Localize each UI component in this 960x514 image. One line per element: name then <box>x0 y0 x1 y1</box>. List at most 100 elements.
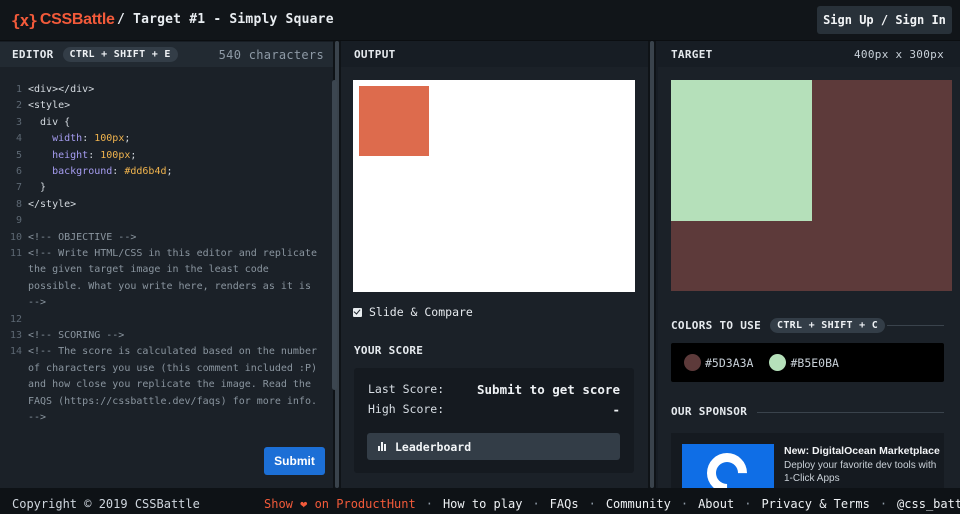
character-count: 540 characters <box>218 47 324 62</box>
code-token: <!-- OBJECTIVE --> <box>28 231 137 243</box>
color-hex-label: #B5E0BA <box>790 355 839 370</box>
footer-link[interactable]: Privacy & Terms <box>761 497 869 511</box>
leaderboard-button[interactable]: Leaderboard <box>367 433 620 460</box>
color-swatch[interactable]: #5D3A3A <box>684 354 753 371</box>
code-text: <!-- The score is calculated based on th… <box>28 346 317 357</box>
digitalocean-icon <box>698 444 756 488</box>
output-resize-handle[interactable] <box>648 41 656 488</box>
code-line[interactable]: --> <box>0 412 333 428</box>
footer-link[interactable]: FAQs <box>550 497 579 511</box>
slide-compare-checkbox[interactable] <box>353 307 362 317</box>
slide-compare-toggle[interactable]: Slide & Compare <box>353 305 473 319</box>
code-token: width <box>28 133 83 145</box>
code-line[interactable]: 3 div { <box>0 117 333 133</box>
score-card: Last Score: Submit to get score High Sco… <box>354 368 634 473</box>
code-text: FAQS (https://cssbattle.dev/faqs) for mo… <box>28 396 317 407</box>
line-number: 11 <box>9 248 22 259</box>
code-text: <style> <box>28 100 70 111</box>
separator-dot: · <box>680 497 689 511</box>
code-text: <!-- OBJECTIVE --> <box>28 232 136 243</box>
code-line[interactable]: and how close you replicate the image. R… <box>0 379 333 395</box>
code-line[interactable]: the given target image in the least code <box>0 264 333 280</box>
code-line[interactable]: 4 width: 100px; <box>0 133 333 149</box>
sponsor-heading: New: DigitalOcean Marketplace <box>784 445 940 457</box>
code-token: : <box>88 149 101 161</box>
code-token: <!-- SCORING --> <box>28 330 125 341</box>
target-square <box>671 80 812 221</box>
code-line[interactable]: --> <box>0 297 333 313</box>
code-token: the given target image in the least code <box>28 264 269 276</box>
color-swatch[interactable]: #B5E0BA <box>769 354 839 371</box>
sign-in-button[interactable]: Sign Up / Sign In <box>817 6 952 34</box>
code-line[interactable]: 12 <box>0 314 333 330</box>
code-text: the given target image in the least code <box>28 264 269 275</box>
logo-glyph: {x} <box>11 10 38 30</box>
code-line[interactable]: 7 } <box>0 182 333 198</box>
top-bar: {x} CSSBattle / Target #1 - Simply Squar… <box>0 0 960 41</box>
code-line[interactable]: 9 <box>0 215 333 231</box>
colors-shortcut-badge: CTRL + SHIFT + C <box>770 318 886 333</box>
footer-link[interactable]: Show ❤ on ProductHunt <box>264 497 416 511</box>
code-line[interactable]: 13 <!-- SCORING --> <box>0 330 333 346</box>
code-line[interactable]: 2 <style> <box>0 100 333 116</box>
code-line[interactable]: 6 background: #dd6b4d; <box>0 166 333 182</box>
color-palette: #5D3A3A #B5E0BA <box>671 343 944 382</box>
code-token: <div></div> <box>28 84 95 95</box>
code-token: 100px <box>94 133 125 145</box>
code-token: ; <box>124 133 131 145</box>
submit-button[interactable]: Submit <box>264 447 325 475</box>
code-text: --> <box>28 297 46 308</box>
color-dot <box>684 354 701 371</box>
last-score-value: Submit to get score <box>477 382 620 397</box>
code-token: and how close you replicate the image. R… <box>28 379 311 391</box>
separator-dot: · <box>588 497 596 511</box>
line-number: 1 <box>15 84 22 95</box>
code-token: <!-- The score is calculated based on th… <box>28 346 317 358</box>
editor-title: EDITOR <box>12 48 54 61</box>
colors-header: COLORS TO USE CTRL + SHIFT + C <box>671 318 886 333</box>
code-line[interactable]: 5 height: 100px; <box>0 150 333 166</box>
sponsor-title: OUR SPONSOR <box>671 405 748 418</box>
code-line[interactable]: FAQS (https://cssbattle.dev/faqs) for mo… <box>0 396 333 412</box>
footer-link[interactable]: How to play <box>443 497 522 511</box>
code-line[interactable]: 8 </style> <box>0 199 333 215</box>
footer-link[interactable]: @css_battle <box>897 497 960 511</box>
code-token: 100px <box>100 149 131 161</box>
cssbattle-logo[interactable]: {x} CSSBattle <box>11 10 115 30</box>
code-line[interactable]: 14 <!-- The score is calculated based on … <box>0 346 333 362</box>
divider-line <box>757 412 944 413</box>
code-line[interactable]: 11 <!-- Write HTML/CSS in this editor and… <box>0 248 333 264</box>
editor-header: EDITOR CTRL + SHIFT + E 540 characters <box>0 42 333 67</box>
line-number: 4 <box>15 133 22 145</box>
sponsor-text: Deploy your favorite dev tools with 1-Cl… <box>784 460 937 484</box>
code-line[interactable]: 10 <!-- OBJECTIVE --> <box>0 232 333 248</box>
color-hex-label: #5D3A3A <box>705 355 754 370</box>
output-preview[interactable] <box>353 80 635 292</box>
line-number: 14 <box>9 346 22 358</box>
code-token: : <box>82 133 95 145</box>
line-number: 6 <box>15 166 22 177</box>
footer-link[interactable]: About <box>698 497 734 511</box>
line-number: 8 <box>15 198 22 210</box>
footer-link[interactable]: Community <box>606 497 671 511</box>
target-size: 400px x 300px <box>854 48 944 61</box>
code-token: background <box>28 166 113 177</box>
code-line[interactable]: possible. What you write here, renders a… <box>0 281 333 297</box>
code-line[interactable]: 1 <div></div> <box>0 84 333 100</box>
code-text: possible. What you write here, renders a… <box>28 281 311 292</box>
editor-scrollbar[interactable] <box>332 80 337 390</box>
code-token: height <box>28 149 89 161</box>
line-number: 2 <box>15 100 22 112</box>
target-image[interactable] <box>671 80 952 291</box>
code-token: ; <box>166 166 173 177</box>
target-title: TARGET <box>671 48 713 61</box>
bar-chart-icon <box>378 442 388 451</box>
code-line[interactable]: of characters you use (this comment incl… <box>0 363 333 379</box>
code-token: FAQS (https://cssbattle.dev/faqs) for mo… <box>28 395 317 407</box>
footer-links: Show ❤ on ProductHunt · How to play · FAQs · C… <box>264 497 960 511</box>
resize-grip <box>650 41 654 488</box>
output-square <box>359 86 429 156</box>
sponsor-ad[interactable]: New: DigitalOcean Marketplace Deploy you… <box>671 433 944 488</box>
line-number: 13 <box>9 330 22 341</box>
code-editor[interactable]: 1 <div></div> 2 <style> 3 div {4 width: 100p… <box>0 67 333 488</box>
